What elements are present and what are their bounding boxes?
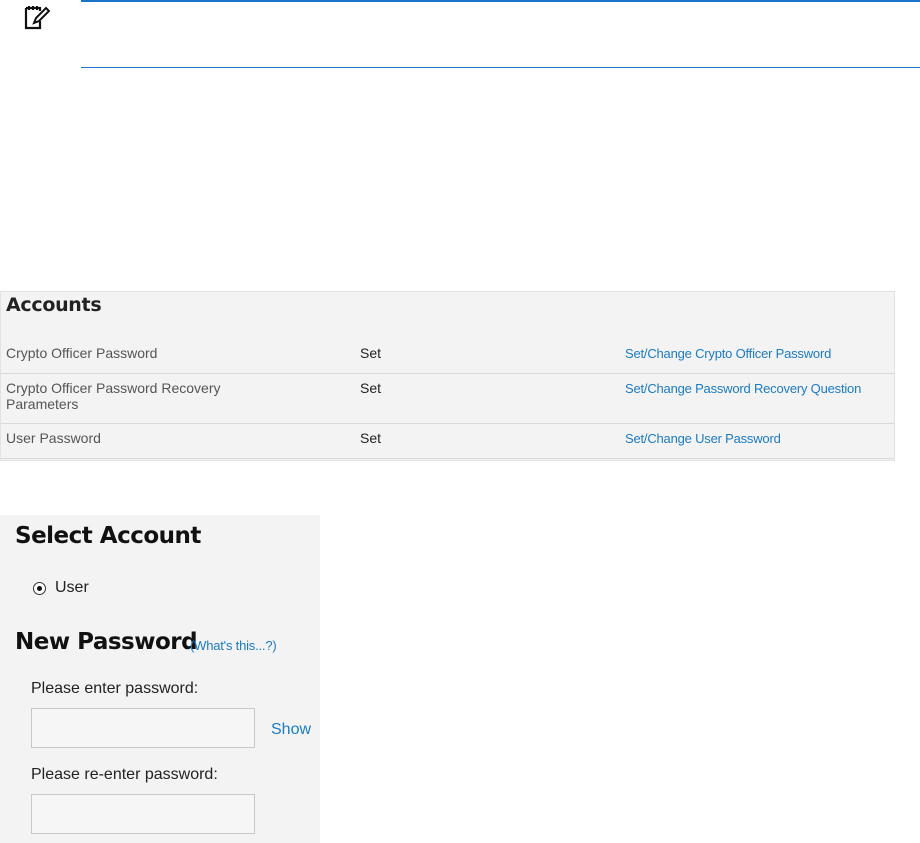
accounts-panel: Accounts Crypto Officer Password Set Set…: [0, 291, 895, 461]
account-label: User Password: [6, 430, 101, 446]
user-radio-label[interactable]: User: [55, 579, 89, 597]
table-row: Crypto Officer Password Set Set/Change C…: [1, 292, 894, 374]
whats-this-link[interactable]: (What's this...?): [190, 638, 277, 653]
account-label: Crypto Officer Password: [6, 345, 158, 361]
select-account-panel: Select Account User New Password (What's…: [0, 515, 320, 843]
enter-password-label: Please enter password:: [31, 680, 199, 697]
account-label: Crypto Officer Password Recovery Paramet…: [6, 380, 221, 412]
password-input[interactable]: [31, 708, 255, 748]
account-status: Set: [360, 345, 382, 361]
note-top-rule: [81, 0, 920, 2]
set-password-recovery-question-link[interactable]: Set/Change Password Recovery Question: [625, 381, 861, 396]
note-bottom-rule: [81, 67, 920, 68]
account-status: Set: [360, 430, 382, 446]
user-radio[interactable]: [33, 582, 46, 595]
set-crypto-officer-password-link[interactable]: Set/Change Crypto Officer Password: [625, 346, 831, 361]
select-account-title: Select Account: [15, 523, 201, 549]
set-user-password-link[interactable]: Set/Change User Password: [625, 431, 781, 446]
new-password-title: New Password: [15, 629, 198, 655]
show-password-link[interactable]: Show: [271, 721, 311, 739]
confirm-password-input[interactable]: [31, 794, 255, 834]
account-status: Set: [360, 380, 382, 396]
table-row: Crypto Officer Password Recovery Paramet…: [1, 373, 894, 424]
note-edit-icon: [24, 6, 50, 30]
reenter-password-label: Please re-enter password:: [31, 766, 218, 783]
table-row: User Password Set Set/Change User Passwo…: [1, 423, 894, 459]
